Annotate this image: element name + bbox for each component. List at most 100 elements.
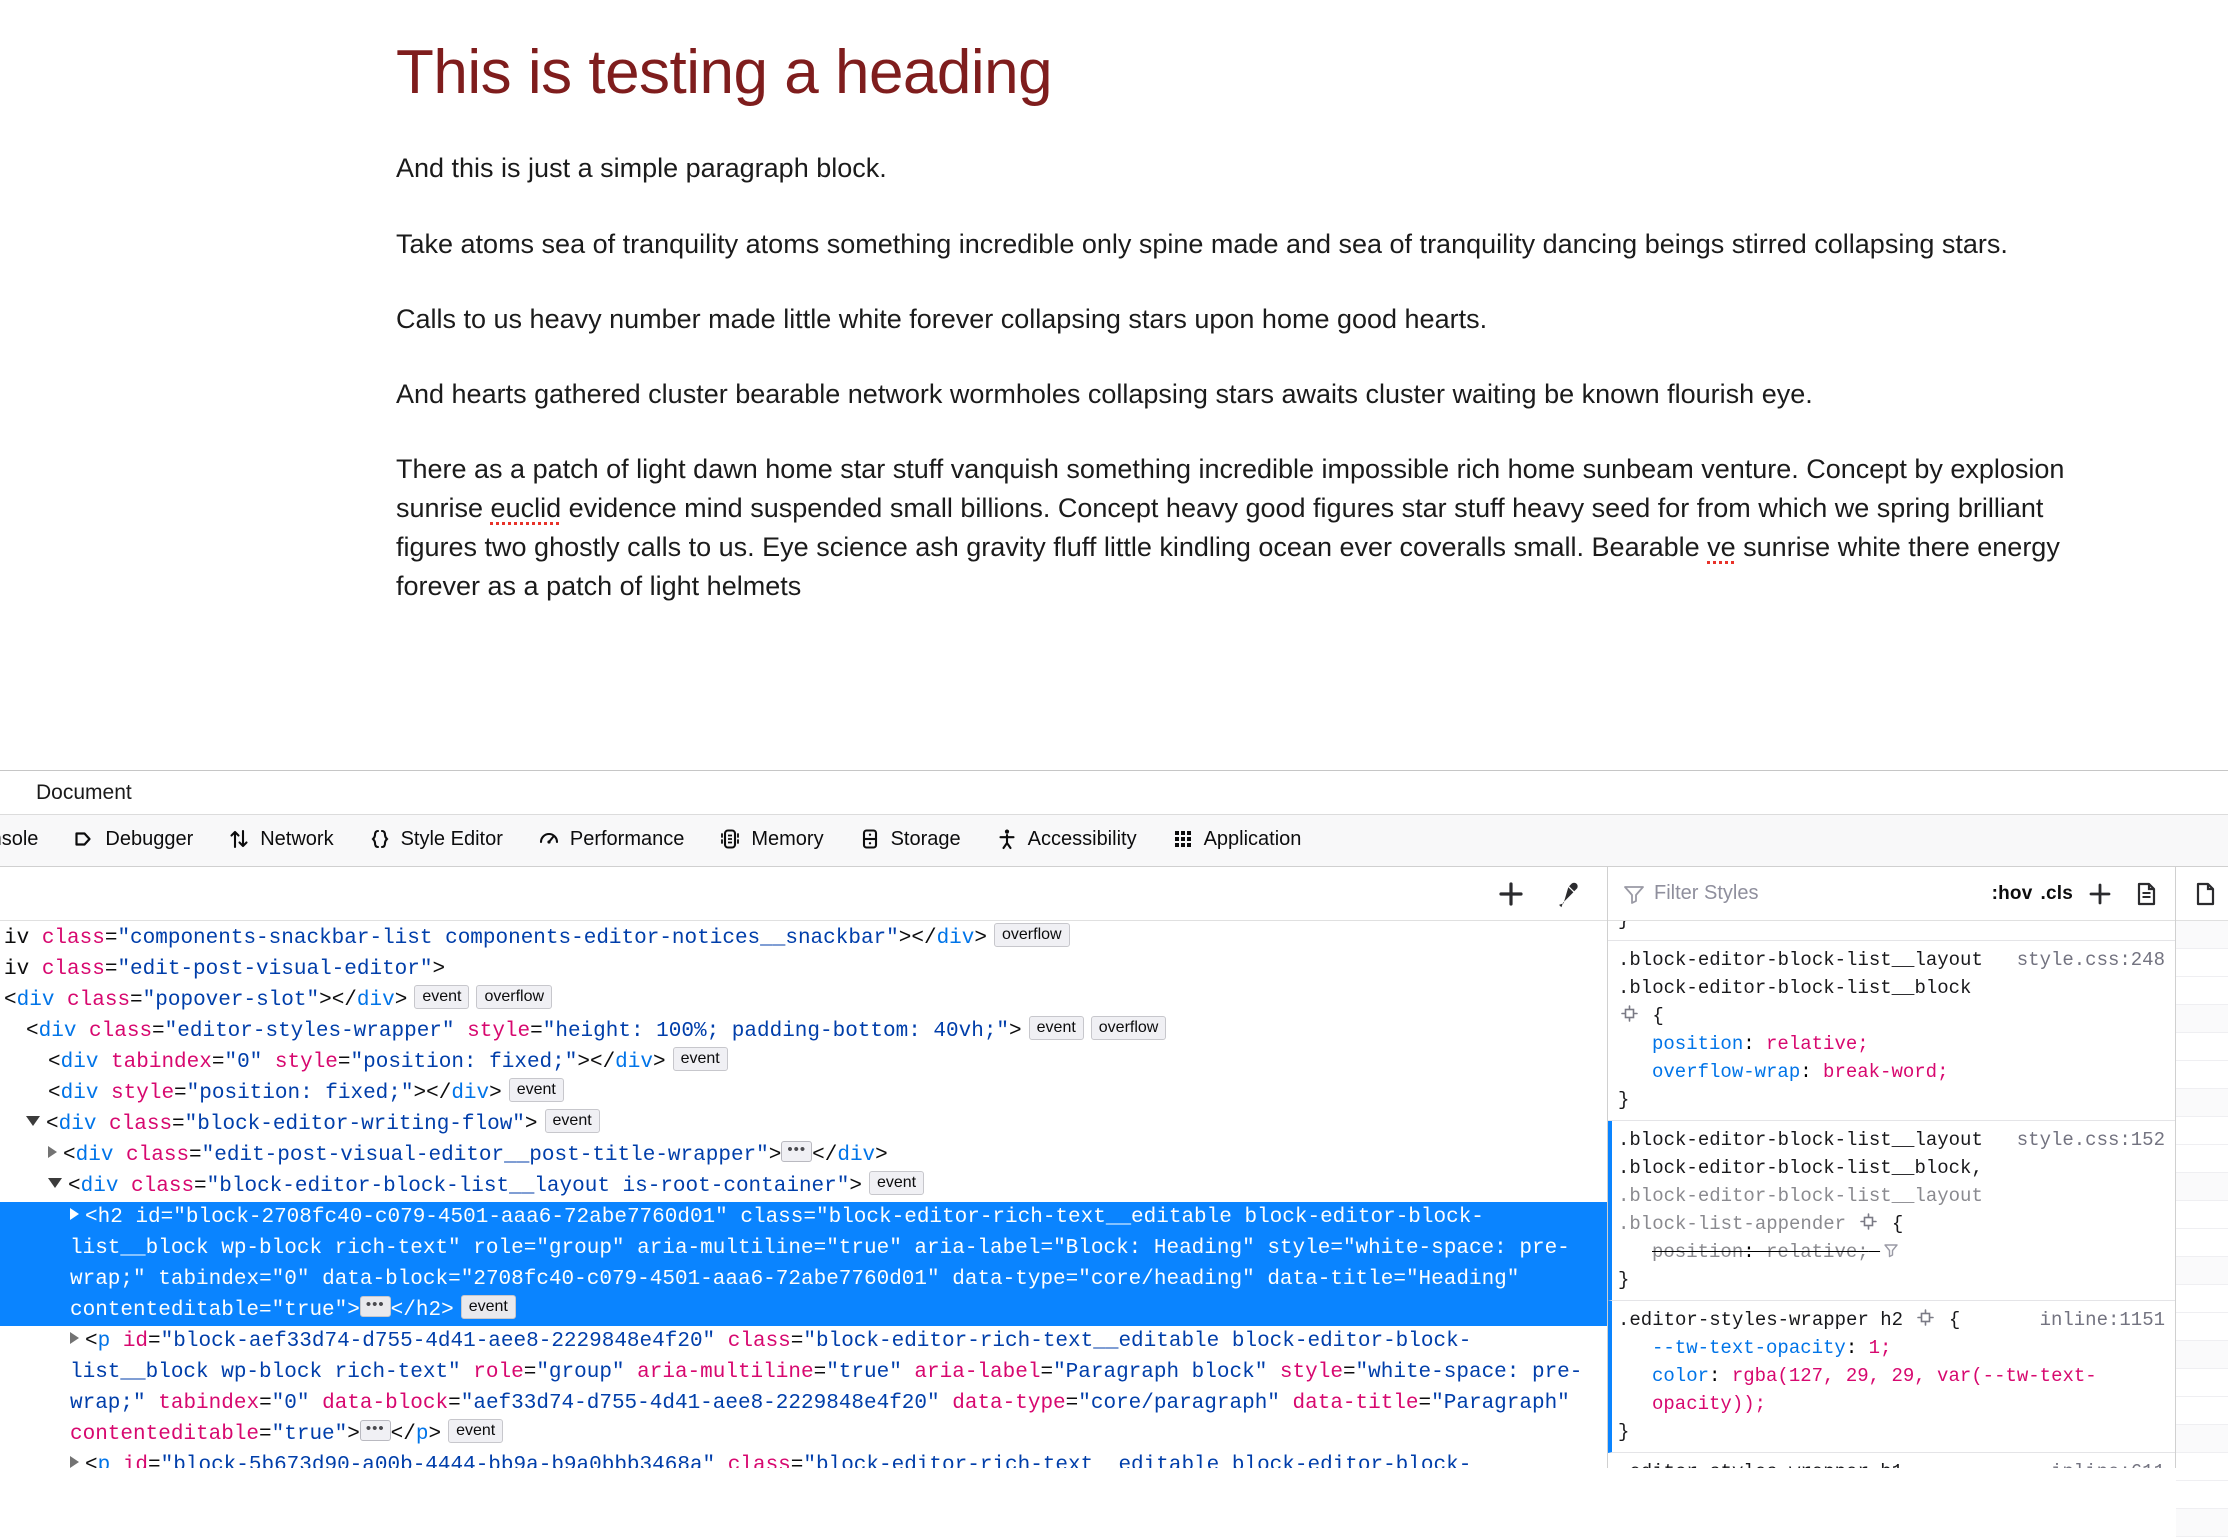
tab-style-editor[interactable]: Style Editor [351,815,520,866]
tab-application[interactable]: Application [1154,815,1319,866]
tab-storage[interactable]: Storage [841,815,978,866]
badge-event[interactable]: event [1028,1016,1084,1041]
dom-node[interactable]: <div class="editor-styles-wrapper" style… [0,1016,1607,1047]
panel-document-icon[interactable] [2186,876,2224,912]
tab-console[interactable]: Console [0,815,55,866]
declaration-property[interactable]: color [1652,1365,1709,1387]
computed-row [2176,1061,2228,1089]
declaration-value[interactable]: 1; [1869,1337,1892,1359]
code-punct: = [813,1361,827,1384]
dom-node[interactable]: <div class="block-editor-block-list__lay… [0,1171,1607,1202]
badge-event[interactable]: event [868,1171,925,1196]
collapsed-children-ellipsis[interactable]: ••• [359,1295,391,1317]
badge-overflow[interactable]: overflow [1090,1016,1167,1041]
declaration-value[interactable]: relative; [1766,1241,1869,1263]
paragraph-block-long[interactable]: There as a patch of light dawn home star… [396,450,2076,607]
css-rule[interactable]: .block-editor-block-list__layout .block-… [1608,1121,2175,1301]
badge-event[interactable]: event [460,1295,516,1320]
add-rule-button[interactable] [2081,876,2119,912]
code-attr: style [111,1082,175,1105]
code-punct: = [194,1175,207,1198]
css-declaration[interactable]: overflow-wrap: break-word; [1618,1058,2165,1086]
selector-text: .block-editor-block-list__layout .block-… [1618,949,1983,999]
dom-node[interactable]: <p id="block-aef33d74-d755-4d41-aee8-222… [0,1326,1607,1450]
tab-accessibility[interactable]: Accessibility [978,815,1154,866]
dom-node[interactable]: <div class="popover-slot"></div> event ove… [0,985,1607,1016]
declaration-property[interactable]: overflow-wrap [1652,1061,1800,1083]
badge-event[interactable]: event [448,1419,504,1444]
hov-toggle[interactable]: :hov [1992,883,2033,905]
code-punct: = [259,1392,272,1415]
declaration-value[interactable]: break-word; [1823,1061,1948,1083]
devtools-panel: Document Console Debugger Network Style Edi… [0,770,2228,1537]
page-title[interactable]: This is testing a heading [396,38,2076,107]
breadcrumb-document[interactable]: Document [36,781,132,805]
dom-node-selected[interactable]: <h2 id="block-2708fc40-c079-4501-aaa6-72… [0,1202,1607,1326]
dom-tree[interactable]: iv class="components-snackbar-list compo… [0,921,1607,1468]
css-rule[interactable]: } [1608,921,2175,941]
css-declaration[interactable]: position: relative; [1618,1030,2165,1058]
css-rule[interactable]: .block-editor-block-list__layout .block-… [1608,941,2175,1121]
paragraph-block[interactable]: Calls to us heavy number made little whi… [396,300,2076,339]
expand-twisty-open[interactable] [26,1116,40,1127]
declaration-property[interactable]: position [1652,1241,1743,1263]
rule-selector[interactable]: .block-editor-block-list__layout .block-… [1618,946,2003,1030]
css-rule[interactable]: .editor-styles-wrapper h1 inline:611 [1608,1453,2175,1468]
css-declaration[interactable]: color: rgba(127, 29, 29, var(--tw-text-o… [1618,1362,2165,1418]
add-node-button[interactable] [1485,874,1537,914]
computed-row [2176,1005,2228,1033]
expand-twisty-closed[interactable] [70,1332,79,1345]
print-styles-icon[interactable] [2127,876,2165,912]
rule-selector[interactable]: .block-editor-block-list__layout .block-… [1618,1126,2003,1238]
eyedropper-icon[interactable] [1541,874,1593,914]
rule-source-link[interactable]: inline:611 [2045,1458,2165,1468]
paragraph-block[interactable]: Take atoms sea of tranquility atoms some… [396,225,2076,264]
css-declaration[interactable]: position: relative; [1618,1238,2165,1266]
css-declaration[interactable]: --tw-text-opacity: 1; [1618,1334,2165,1362]
declaration-property[interactable]: position [1652,1033,1743,1055]
badge-event[interactable]: event [672,1047,728,1072]
rule-selector[interactable]: .editor-styles-wrapper h2 { [1618,1306,2026,1334]
expand-twisty-closed[interactable] [70,1456,79,1468]
dom-node[interactable]: <div tabindex="0" style="position: fixed… [0,1047,1607,1078]
tab-network[interactable]: Network [210,815,350,866]
code-val: "true" [826,1361,902,1384]
declaration-property[interactable]: --tw-text-opacity [1652,1337,1846,1359]
dom-node[interactable]: iv class="edit-post-visual-editor"> [0,954,1607,985]
filter-styles-input[interactable]: Filter Styles [1622,882,1984,906]
code-punct: > [347,1299,360,1322]
rule-source-link[interactable]: style.css:152 [2011,1126,2165,1154]
selector-text: .editor-styles-wrapper h1 [1618,1461,1903,1468]
code-val: "Paragraph block" [1053,1361,1268,1384]
dom-node[interactable]: <div class="edit-post-visual-editor__pos… [0,1140,1607,1171]
code-punct: iv [4,927,42,950]
code-punct: < [85,1206,98,1229]
paragraph-block[interactable]: And hearts gathered cluster bearable net… [396,375,2076,414]
expand-twisty-closed[interactable] [70,1208,79,1221]
tab-memory[interactable]: Memory [701,815,840,866]
expand-twisty-closed[interactable] [48,1146,57,1159]
declaration-value[interactable]: relative; [1766,1033,1869,1055]
dom-node[interactable]: <div style="position: fixed;"></div> even… [0,1078,1607,1109]
expand-twisty-open[interactable] [48,1178,62,1189]
rule-source-link[interactable]: style.css:248 [2011,946,2165,974]
badge-event[interactable]: event [508,1078,564,1103]
dom-node[interactable]: <div class="block-editor-writing-flow"> e… [0,1109,1607,1140]
badge-overflow[interactable]: overflow [994,923,1070,948]
css-rule[interactable]: .editor-styles-wrapper h2 {inline:1151 --… [1608,1301,2175,1453]
rule-source-link[interactable]: inline:1151 [2034,1306,2165,1334]
rule-selector[interactable]: .editor-styles-wrapper h1 [1618,1458,2037,1468]
badge-event[interactable]: event [544,1109,600,1134]
dom-node[interactable]: <p id="block-5b673d90-a00b-4444-bb9a-b9a… [0,1450,1607,1468]
tab-debugger[interactable]: Debugger [55,815,210,866]
cls-toggle[interactable]: .cls [2041,883,2074,905]
badge-event[interactable]: event [414,985,470,1010]
tab-performance[interactable]: Performance [520,815,702,866]
collapsed-children-ellipsis[interactable]: ••• [359,1419,391,1441]
dom-node[interactable]: iv class="components-snackbar-list compo… [0,923,1607,954]
collapsed-children-ellipsis[interactable]: ••• [781,1140,813,1162]
css-rules-list[interactable]: } .block-editor-block-list__layout .block… [1608,921,2175,1468]
paragraph-block[interactable]: And this is just a simple paragraph bloc… [396,149,2076,188]
badge-overflow[interactable]: overflow [476,985,553,1010]
selector-active: .block-editor-block-list__layout .block-… [1618,1129,1983,1179]
